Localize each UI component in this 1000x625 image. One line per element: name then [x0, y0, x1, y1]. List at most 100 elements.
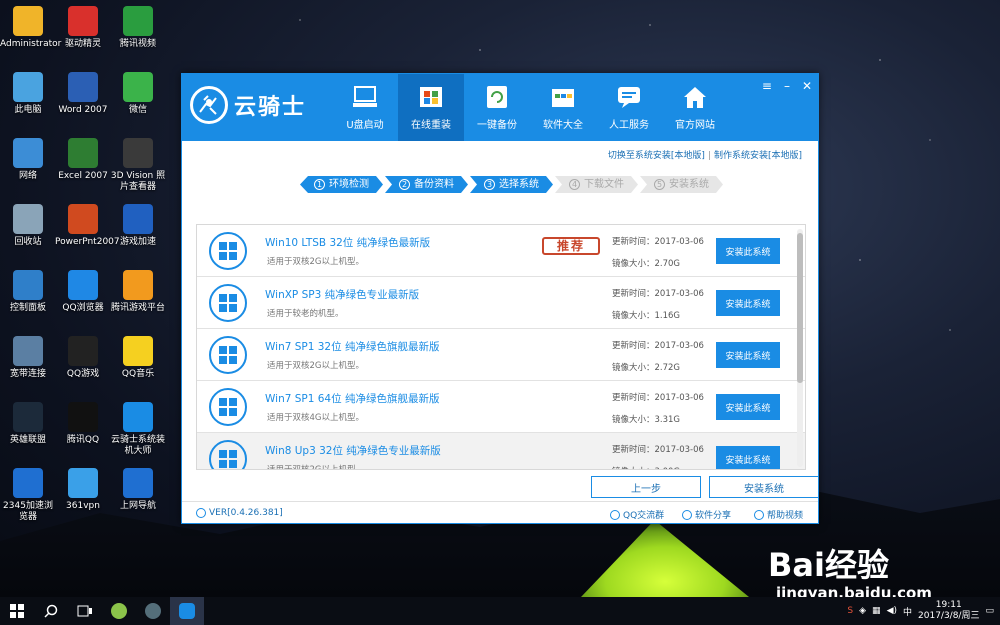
taskbar-app-browser[interactable]	[102, 597, 136, 625]
desktop-icon[interactable]: QQ游戏	[55, 336, 111, 380]
software-icon	[550, 84, 576, 110]
desktop-icon[interactable]: 上网导航	[110, 468, 166, 512]
nav-website[interactable]: 官方网站	[662, 74, 728, 141]
desktop-icon[interactable]: 3D Vision 照片查看器	[110, 138, 166, 193]
nav-online-reinstall[interactable]: 在线重装	[398, 74, 464, 141]
nav-software[interactable]: 软件大全	[530, 74, 596, 141]
desktop-icon[interactable]: 宽带连接	[0, 336, 56, 380]
system-row[interactable]: Win8 Up3 32位 纯净绿色专业最新版 适用于双核2G以上机型。 更新时间：2…	[197, 433, 805, 470]
switch-local-link[interactable]: 切换至系统安装[本地版]	[608, 151, 705, 161]
desktop-app-icon	[13, 270, 43, 300]
system-row[interactable]: Win10 LTSB 32位 纯净绿色最新版 适用于双核2G以上机型。 推荐 更新时间…	[197, 225, 805, 277]
desktop-app-icon	[68, 336, 98, 366]
system-title[interactable]: Win8 Up3 32位 纯净绿色专业最新版	[265, 443, 441, 458]
desktop-icon[interactable]: 此电脑	[0, 72, 56, 116]
desktop-icon-label: 云骑士系统装机大师	[110, 435, 165, 456]
desktop-icon[interactable]: 网络	[0, 138, 56, 182]
system-title[interactable]: Win10 LTSB 32位 纯净绿色最新版	[265, 235, 430, 250]
step-number: 4	[569, 179, 580, 190]
desktop-icon-label: 微信	[128, 105, 147, 115]
system-title[interactable]: WinXP SP3 纯净绿色专业最新版	[265, 287, 419, 302]
desktop-icon-label: Word 2007	[58, 105, 108, 115]
close-button[interactable]: ✕	[802, 79, 812, 93]
nav-usb-boot[interactable]: U盘启动	[332, 74, 398, 141]
notification-icon[interactable]: ▭	[985, 606, 994, 616]
desktop-app-icon	[13, 204, 43, 234]
desktop-icon[interactable]: 英雄联盟	[0, 402, 56, 446]
task-view-button[interactable]	[68, 597, 102, 625]
taskbar-app-yunqishi[interactable]	[170, 597, 204, 625]
scrollbar-thumb[interactable]	[797, 233, 803, 383]
step-number: 3	[484, 179, 495, 190]
desktop-icon[interactable]: 驱动精灵	[55, 6, 111, 50]
home-icon	[682, 84, 708, 110]
image-size: 镜像大小：2.72G	[612, 363, 681, 373]
taskbar-app-2[interactable]	[136, 597, 170, 625]
install-this-system-button[interactable]: 安装此系统	[716, 238, 780, 264]
tray-volume-icon[interactable]: ◀)	[887, 606, 897, 616]
nav-service[interactable]: 人工服务	[596, 74, 662, 141]
install-this-system-button[interactable]: 安装此系统	[716, 394, 780, 420]
desktop-icon-label: 腾讯QQ	[66, 435, 100, 445]
help-video-link[interactable]: 帮助视频	[754, 508, 803, 521]
minimize-button[interactable]: –	[784, 79, 790, 93]
help-icon	[754, 509, 764, 520]
list-scrollbar[interactable]	[797, 229, 803, 467]
system-row[interactable]: WinXP SP3 纯净绿色专业最新版 适用于较老的机型。 更新时间：2017-03…	[197, 277, 805, 329]
prev-button[interactable]: 上一步	[591, 476, 701, 498]
install-system-button[interactable]: 安装系统	[709, 476, 819, 498]
system-desc: 适用于双核2G以上机型。	[267, 465, 364, 470]
search-button[interactable]	[34, 597, 68, 625]
desktop-icon[interactable]: 361vpn	[55, 468, 111, 512]
progress-steps: 1 环境检测 2 备份资料 3 选择系统 4 下载文件 5 安装系统	[300, 176, 725, 193]
desktop-icon[interactable]: 2345加速浏览器	[0, 468, 56, 523]
system-title[interactable]: Win7 SP1 64位 纯净绿色旗舰最新版	[265, 391, 439, 406]
step-install: 5 安装系统	[640, 176, 723, 193]
tray-network-icon[interactable]: ▦	[872, 606, 881, 616]
desktop-icon[interactable]: QQ浏览器	[55, 270, 111, 314]
desktop-app-icon	[123, 402, 153, 432]
desktop-app-icon	[123, 468, 153, 498]
desktop-icon[interactable]: 云骑士系统装机大师	[110, 402, 166, 457]
desktop-app-icon	[13, 138, 43, 168]
make-local-link[interactable]: 制作系统安装[本地版]	[714, 151, 802, 161]
desktop-icon[interactable]: Word 2007	[55, 72, 111, 116]
desktop-app-icon	[68, 402, 98, 432]
update-time: 更新时间：2017-03-06	[612, 393, 704, 403]
desktop-icon[interactable]: 游戏加速	[110, 204, 166, 248]
system-title[interactable]: Win7 SP1 32位 纯净绿色旗舰最新版	[265, 339, 439, 354]
install-this-system-button[interactable]: 安装此系统	[716, 342, 780, 368]
clock[interactable]: 19:11 2017/3/8/周三	[918, 600, 979, 622]
tray-ime-icon[interactable]: 中	[903, 605, 912, 618]
desktop-icon[interactable]: 控制面板	[0, 270, 56, 314]
desktop-app-icon	[13, 72, 43, 102]
start-button[interactable]	[0, 597, 34, 625]
share-link[interactable]: 软件分享	[682, 508, 731, 521]
desktop-icon[interactable]: PowerPnt2007	[55, 204, 120, 248]
desktop-icon-label: 驱动精灵	[64, 39, 101, 49]
install-this-system-button[interactable]: 安装此系统	[716, 290, 780, 316]
desktop-icon[interactable]: 腾讯QQ	[55, 402, 111, 446]
desktop-icon[interactable]: QQ音乐	[110, 336, 166, 380]
tray-sogou-icon[interactable]: S	[847, 606, 853, 616]
desktop-app-icon	[68, 72, 98, 102]
desktop-icon[interactable]: Excel 2007	[55, 138, 111, 182]
desktop-icon-label: 361vpn	[66, 501, 100, 511]
qq-group-link[interactable]: QQ交流群	[610, 508, 664, 521]
desktop-icon-label: 网络	[18, 171, 37, 181]
desktop-icon[interactable]: 腾讯视频	[110, 6, 166, 50]
help-label: 帮助视频	[767, 511, 804, 521]
desktop-icon[interactable]: 微信	[110, 72, 166, 116]
desktop-app-icon	[13, 468, 43, 498]
nav-backup[interactable]: 一键备份	[464, 74, 530, 141]
recommend-badge: 推荐	[542, 237, 600, 255]
desktop-icon[interactable]: 腾讯游戏平台	[110, 270, 166, 314]
system-row[interactable]: Win7 SP1 64位 纯净绿色旗舰最新版 适用于双核4G以上机型。 更新时间：2…	[197, 381, 805, 433]
desktop-icon[interactable]: 回收站	[0, 204, 56, 248]
system-row[interactable]: Win7 SP1 32位 纯净绿色旗舰最新版 适用于双核2G以上机型。 更新时间：2…	[197, 329, 805, 381]
desktop-icon[interactable]: Administrator	[0, 6, 61, 50]
menu-icon[interactable]: ≡	[762, 79, 772, 93]
tray-shield-icon[interactable]: ◈	[859, 606, 866, 616]
system-desc: 适用于双核2G以上机型。	[267, 361, 364, 371]
install-this-system-button[interactable]: 安装此系统	[716, 446, 780, 469]
